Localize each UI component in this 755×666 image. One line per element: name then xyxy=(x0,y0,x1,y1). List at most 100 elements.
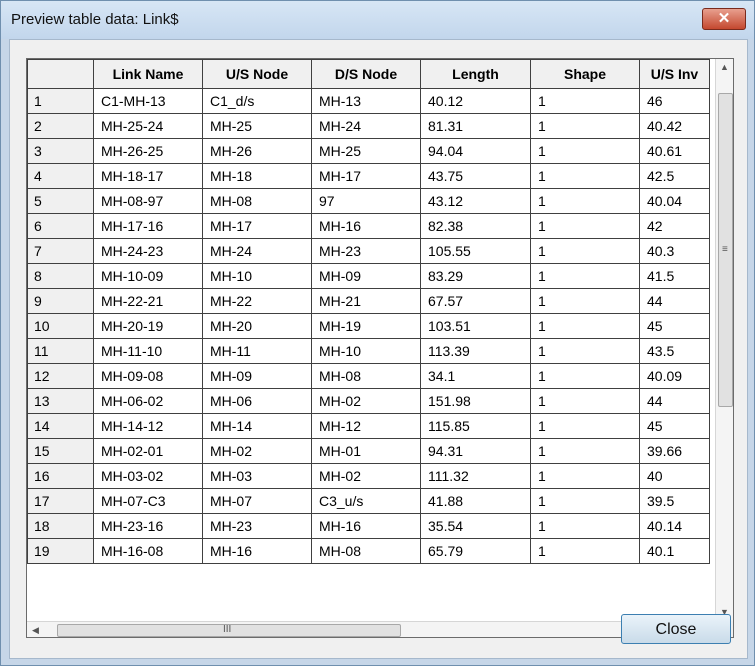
table-cell[interactable]: MH-25 xyxy=(202,113,312,139)
table-cell[interactable]: 94.04 xyxy=(420,138,531,164)
table-cell[interactable]: MH-13 xyxy=(311,88,421,114)
vertical-scrollbar[interactable]: ▲ ≡ ▼ xyxy=(715,59,733,621)
row-number[interactable]: 3 xyxy=(27,138,94,164)
row-number[interactable]: 6 xyxy=(27,213,94,239)
table-cell[interactable]: MH-08 xyxy=(311,363,421,389)
table-cell[interactable]: 40.1 xyxy=(639,538,710,564)
table-row[interactable]: 14 MH-14-12 MH-14 MH-12 115.85 1 45 xyxy=(27,413,710,439)
table-cell[interactable]: 97 xyxy=(311,188,421,214)
table-cell[interactable]: 40.42 xyxy=(639,113,710,139)
row-number[interactable]: 9 xyxy=(27,288,94,314)
table-cell[interactable]: 151.98 xyxy=(420,388,531,414)
table-row[interactable]: 2 MH-25-24 MH-25 MH-24 81.31 1 40.42 xyxy=(27,113,710,139)
table-cell[interactable]: 45 xyxy=(639,313,710,339)
table-cell[interactable]: 43.5 xyxy=(639,338,710,364)
table-cell[interactable]: MH-20 xyxy=(202,313,312,339)
table-row[interactable]: 4 MH-18-17 MH-18 MH-17 43.75 1 42.5 xyxy=(27,163,710,189)
table-cell[interactable]: 1 xyxy=(530,263,640,289)
vertical-scroll-thumb[interactable]: ≡ xyxy=(718,93,733,407)
table-cell[interactable]: MH-09-08 xyxy=(93,363,203,389)
table-cell[interactable]: MH-17 xyxy=(311,163,421,189)
table-row[interactable]: 7 MH-24-23 MH-24 MH-23 105.55 1 40.3 xyxy=(27,238,710,264)
row-number[interactable]: 10 xyxy=(27,313,94,339)
column-header[interactable]: Length xyxy=(420,59,531,89)
table-row[interactable]: 12 MH-09-08 MH-09 MH-08 34.1 1 40.09 xyxy=(27,363,710,389)
column-header[interactable]: Link Name xyxy=(93,59,203,89)
column-header[interactable]: Shape xyxy=(530,59,640,89)
row-number[interactable]: 5 xyxy=(27,188,94,214)
table-cell[interactable]: MH-14-12 xyxy=(93,413,203,439)
table-cell[interactable]: 1 xyxy=(530,488,640,514)
table-cell[interactable]: 40.04 xyxy=(639,188,710,214)
row-header-corner[interactable] xyxy=(27,59,94,89)
row-number[interactable]: 12 xyxy=(27,363,94,389)
table-cell[interactable]: 40.61 xyxy=(639,138,710,164)
title-bar[interactable]: Preview table data: Link$ ✕ xyxy=(1,1,754,39)
table-cell[interactable]: MH-16 xyxy=(311,213,421,239)
table-cell[interactable]: MH-12 xyxy=(311,413,421,439)
row-number[interactable]: 4 xyxy=(27,163,94,189)
table-cell[interactable]: MH-21 xyxy=(311,288,421,314)
table-cell[interactable]: MH-11-10 xyxy=(93,338,203,364)
table-cell[interactable]: 1 xyxy=(530,513,640,539)
row-number[interactable]: 1 xyxy=(27,88,94,114)
table-cell[interactable]: 1 xyxy=(530,88,640,114)
table-cell[interactable]: 42.5 xyxy=(639,163,710,189)
table-cell[interactable]: MH-10 xyxy=(311,338,421,364)
table-row[interactable]: 9 MH-22-21 MH-22 MH-21 67.57 1 44 xyxy=(27,288,710,314)
row-number[interactable]: 17 xyxy=(27,488,94,514)
table-cell[interactable]: MH-20-19 xyxy=(93,313,203,339)
table-cell[interactable]: 1 xyxy=(530,413,640,439)
table-cell[interactable]: MH-23 xyxy=(311,238,421,264)
row-number[interactable]: 14 xyxy=(27,413,94,439)
table-cell[interactable]: 44 xyxy=(639,388,710,414)
table-cell[interactable]: MH-02 xyxy=(311,463,421,489)
table-cell[interactable]: MH-02 xyxy=(311,388,421,414)
table-row[interactable]: 11 MH-11-10 MH-11 MH-10 113.39 1 43.5 xyxy=(27,338,710,364)
table-cell[interactable]: 39.5 xyxy=(639,488,710,514)
table-cell[interactable]: MH-10-09 xyxy=(93,263,203,289)
table-cell[interactable]: MH-19 xyxy=(311,313,421,339)
table-cell[interactable]: C1_d/s xyxy=(202,88,312,114)
table-cell[interactable]: MH-07-C3 xyxy=(93,488,203,514)
table-row[interactable]: 5 MH-08-97 MH-08 97 43.12 1 40.04 xyxy=(27,188,710,214)
table-cell[interactable]: MH-22-21 xyxy=(93,288,203,314)
table-cell[interactable]: MH-03-02 xyxy=(93,463,203,489)
table-cell[interactable]: MH-24 xyxy=(311,113,421,139)
table-cell[interactable]: 40.12 xyxy=(420,88,531,114)
table-cell[interactable]: 1 xyxy=(530,163,640,189)
table-cell[interactable]: 1 xyxy=(530,338,640,364)
row-number[interactable]: 19 xyxy=(27,538,94,564)
table-cell[interactable]: 103.51 xyxy=(420,313,531,339)
table-cell[interactable]: MH-11 xyxy=(202,338,312,364)
table-cell[interactable]: 40.14 xyxy=(639,513,710,539)
row-number[interactable]: 11 xyxy=(27,338,94,364)
table-cell[interactable]: MH-18 xyxy=(202,163,312,189)
table-cell[interactable]: 115.85 xyxy=(420,413,531,439)
table-cell[interactable]: 1 xyxy=(530,113,640,139)
table-cell[interactable]: MH-24-23 xyxy=(93,238,203,264)
table-cell[interactable]: 44 xyxy=(639,288,710,314)
table-cell[interactable]: MH-06 xyxy=(202,388,312,414)
table-row[interactable]: 13 MH-06-02 MH-06 MH-02 151.98 1 44 xyxy=(27,388,710,414)
data-grid[interactable]: Link Name U/S Node D/S Node Length Shape U/S … xyxy=(26,58,734,638)
table-cell[interactable]: 113.39 xyxy=(420,338,531,364)
table-cell[interactable]: 1 xyxy=(530,438,640,464)
table-cell[interactable]: 40 xyxy=(639,463,710,489)
table-cell[interactable]: MH-26-25 xyxy=(93,138,203,164)
table-cell[interactable]: 40.09 xyxy=(639,363,710,389)
table-cell[interactable]: 1 xyxy=(530,213,640,239)
table-cell[interactable]: C1-MH-13 xyxy=(93,88,203,114)
table-cell[interactable]: 1 xyxy=(530,463,640,489)
table-cell[interactable]: 42 xyxy=(639,213,710,239)
horizontal-scrollbar[interactable]: ◀ III ▶ xyxy=(27,621,715,637)
table-cell[interactable]: 46 xyxy=(639,88,710,114)
table-cell[interactable]: 34.1 xyxy=(420,363,531,389)
table-cell[interactable]: 83.29 xyxy=(420,263,531,289)
table-row[interactable]: 3 MH-26-25 MH-26 MH-25 94.04 1 40.61 xyxy=(27,138,710,164)
table-cell[interactable]: MH-25 xyxy=(311,138,421,164)
table-cell[interactable]: MH-23 xyxy=(202,513,312,539)
table-cell[interactable]: 94.31 xyxy=(420,438,531,464)
row-number[interactable]: 18 xyxy=(27,513,94,539)
row-number[interactable]: 16 xyxy=(27,463,94,489)
